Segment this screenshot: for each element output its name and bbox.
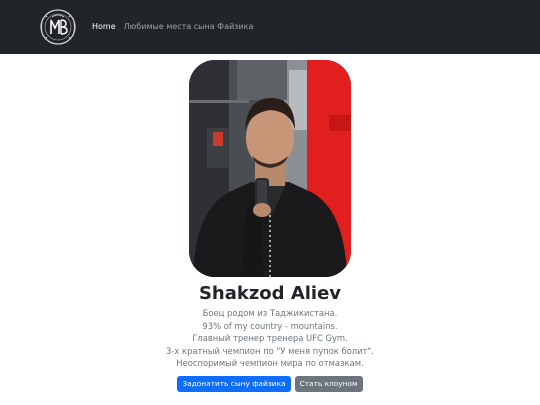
bio-line: Неоспоримый чемпион мира по отмазкам. xyxy=(176,358,364,369)
donate-button[interactable]: Задонатить сыну файзика xyxy=(177,376,291,392)
bio-line: 3-х кратный чемпион по "У меня пупок бол… xyxy=(166,345,374,356)
become-clown-button[interactable]: Стать клоуном xyxy=(294,376,363,392)
bio-line: Главный тренер тренера UFC Gym. xyxy=(192,333,348,344)
profile-name: Shakzod Aliev xyxy=(198,283,342,304)
profile-bio: Боец родом из Таджикистана. 93% of my co… xyxy=(0,307,540,370)
profile-photo xyxy=(189,60,351,277)
nav-link-favorite-places[interactable]: Любимые места сына Файзика xyxy=(124,20,254,34)
nav-link-home[interactable]: Home xyxy=(92,20,116,34)
bio-line: 93% of my country - mountains. xyxy=(202,320,338,331)
bio-line: Боец родом из Таджикистана. xyxy=(202,308,338,318)
nav-links: Home Любимые места сына Файзика xyxy=(92,20,253,34)
top-navbar: Home Любимые места сына Файзика xyxy=(0,0,540,54)
monogram-logo-icon[interactable] xyxy=(38,8,78,46)
action-buttons: Задонатить сыну файзика Стать клоуном xyxy=(0,376,540,392)
portrait-photo-icon xyxy=(189,60,351,277)
